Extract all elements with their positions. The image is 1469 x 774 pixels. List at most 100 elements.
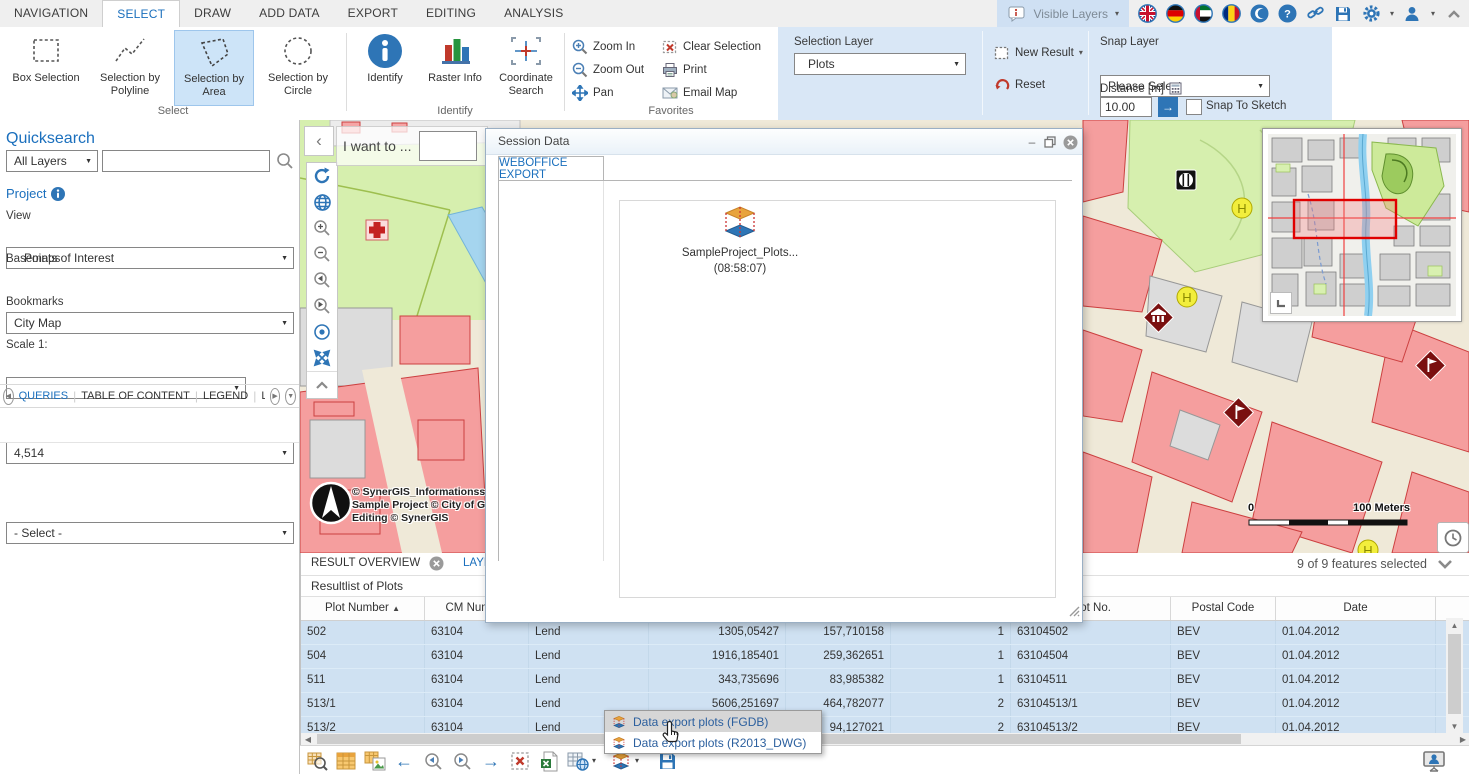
visible-layers-dropdown[interactable]: Visible Layers ▾ [997,0,1129,27]
table-row[interactable]: 50463104Lend1916,185401259,3626511631045… [301,645,1469,669]
box-selection-button[interactable]: Box Selection [6,30,86,106]
export-item[interactable]: SampleProject_Plots... (08:58:07) [660,204,820,275]
data-export-caret-icon[interactable]: ▾ [635,756,639,765]
language-flag-german-icon[interactable] [1166,4,1185,23]
zoom-to-result-icon[interactable] [306,750,328,772]
col-header-postal-code[interactable]: Postal Code [1171,597,1276,620]
snap-to-sketch-checkbox[interactable] [1186,99,1202,115]
tab-legend[interactable]: LEGEND [203,390,248,402]
tab-table-of-content[interactable]: TABLE OF CONTENT [81,390,190,402]
next-record-icon[interactable]: → [480,750,502,772]
table-row[interactable]: 513/163104Lend5606,251697464,78207726310… [301,693,1469,717]
menu-tab-draw[interactable]: DRAW [180,0,245,26]
result-table-icon[interactable] [335,750,357,772]
clear-result-icon[interactable] [509,750,531,772]
presentation-monitor-icon[interactable] [1422,750,1446,772]
tabs-scroll-left-icon[interactable]: ◀ [3,388,14,405]
vertical-scrollbar[interactable]: ▲ ▼ [1446,618,1463,733]
tab-queries[interactable]: QUERIES [19,390,69,402]
overview-collapse-button[interactable] [1270,292,1292,314]
table-image-icon[interactable] [364,750,386,772]
bus-stop-marker[interactable]: H [1358,540,1378,553]
identify-button[interactable]: Identify [352,30,418,106]
zoom-in-button[interactable]: Zoom In [572,37,635,57]
scroll-up-button[interactable]: ▲ [1446,618,1463,632]
collapse-ribbon-icon[interactable] [1444,4,1463,23]
full-screen-button[interactable] [307,345,337,371]
menu-tab-analysis[interactable]: ANALYSIS [490,0,577,26]
history-clock-button[interactable] [1437,522,1469,553]
email-map-button[interactable]: Email Map [662,83,737,103]
quicksearch-input[interactable] [102,150,270,172]
tabs-scroll-right-icon[interactable]: ▶ [270,388,281,405]
reset-button[interactable]: Reset [994,75,1045,95]
col-header-plot-number[interactable]: Plot Number ▲ [301,597,425,620]
table-globe-icon[interactable] [567,750,589,772]
excel-export-icon[interactable] [538,750,560,772]
zoom-next-icon[interactable] [451,750,473,772]
overview-map[interactable] [1262,128,1462,322]
collapse-sidebar-button[interactable]: ‹ [304,126,334,156]
restaurant-marker[interactable] [1176,170,1196,190]
language-crescent-icon[interactable] [1250,4,1269,23]
menu-tab-add-data[interactable]: ADD DATA [245,0,334,26]
hospital-marker[interactable] [366,220,388,240]
selection-layer-dropdown[interactable]: Plots ▼ [794,53,966,75]
coordinate-search-button[interactable]: CoordinateSearch [490,30,562,106]
col-header-date[interactable]: Date [1276,597,1436,620]
new-result-caret-icon[interactable]: ▾ [1079,49,1083,57]
bus-stop-marker[interactable]: H [1232,198,1252,218]
menu-tab-select[interactable]: SELECT [102,0,180,27]
table-globe-caret-icon[interactable]: ▾ [592,756,596,765]
selection-by-circle-button[interactable]: Selection byCircle [258,30,338,106]
settings-gear-icon[interactable] [1362,4,1381,23]
i-want-to-panel[interactable]: I want to ... [336,126,488,166]
raster-info-button[interactable]: Raster Info [422,30,488,106]
selection-by-area-button[interactable]: Selection byArea [174,30,254,106]
language-flag-uk-icon[interactable] [1138,4,1157,23]
table-row[interactable]: 50263104Lend1305,05427157,71015816310450… [301,621,1469,645]
save-icon[interactable] [1334,4,1353,23]
zoom-in-tool-button[interactable] [307,215,337,241]
help-icon[interactable]: ? [1278,4,1297,23]
restore-window-icon[interactable] [1042,134,1058,150]
table-row[interactable]: 51163104Lend343,73569683,985382163104511… [301,669,1469,693]
distance-input[interactable] [1100,97,1152,117]
basemaps-dropdown[interactable]: City Map ▼ [6,312,294,334]
tab-weboffice-export[interactable]: WEBOFFICE EXPORT [498,156,604,181]
menu-tab-export[interactable]: EXPORT [334,0,412,26]
print-button[interactable]: Print [662,60,707,80]
previous-extent-button[interactable] [307,267,337,293]
dialog-titlebar[interactable]: Session Data – [486,129,1082,155]
next-extent-button[interactable] [307,293,337,319]
link-icon[interactable] [1306,4,1325,23]
refresh-map-button[interactable] [307,163,337,189]
scrollbar-thumb[interactable] [1448,634,1461,714]
horizontal-scrollbar[interactable]: ◀ ▶ [301,733,1469,745]
close-result-tab-icon[interactable] [429,556,444,574]
zoom-previous-icon[interactable] [422,750,444,772]
bus-stop-marker[interactable]: H [1177,287,1197,307]
menu-item-export-fgdb[interactable]: Data export plots (FGDB) [605,711,821,732]
clear-selection-button[interactable]: Clear Selection [662,37,761,57]
extent-rectangle[interactable] [1294,200,1396,238]
apply-distance-button[interactable]: → [1158,97,1178,117]
user-caret-icon[interactable]: ▾ [1431,10,1435,18]
project-info-icon[interactable] [51,187,65,201]
full-extent-globe-button[interactable] [307,189,337,215]
close-icon[interactable] [1062,134,1078,150]
new-result-button[interactable]: New Result ▾ [994,43,1083,63]
menu-tab-navigation[interactable]: NAVIGATION [0,0,102,26]
quicksearch-layer-dropdown[interactable]: All Layers ▼ [6,150,98,172]
settings-caret-icon[interactable]: ▾ [1390,10,1394,18]
i-want-to-select[interactable] [419,131,477,161]
zoom-out-tool-button[interactable] [307,241,337,267]
previous-record-icon[interactable]: ← [393,750,415,772]
tabs-more-icon[interactable]: ▼ [285,388,296,405]
dialog-resize-grip[interactable] [1067,604,1080,620]
menu-tab-editing[interactable]: EDITING [412,0,490,26]
calculator-icon[interactable] [1169,82,1182,95]
menu-item-export-dwg[interactable]: Data export plots (R2013_DWG) [605,732,821,753]
language-flag-romania-icon[interactable] [1222,4,1241,23]
search-icon[interactable] [276,152,294,173]
